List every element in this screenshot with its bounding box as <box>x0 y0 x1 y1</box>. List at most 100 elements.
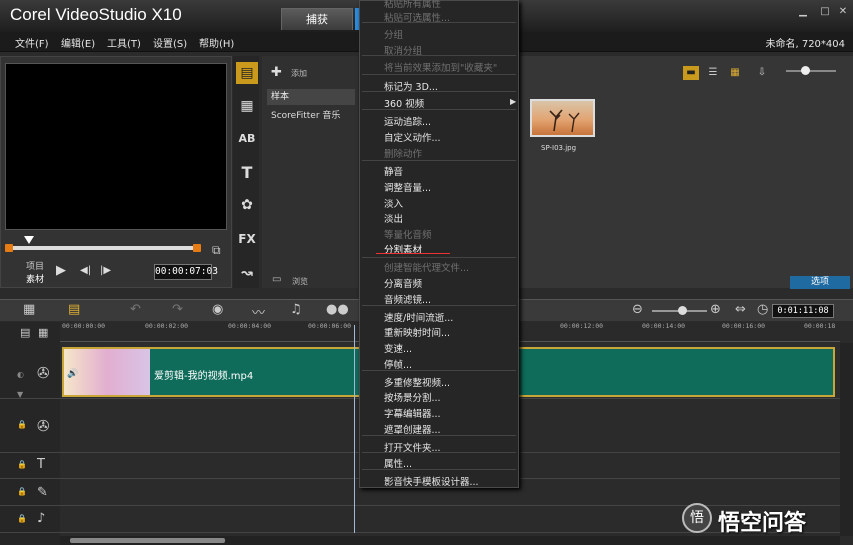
context-menu-item[interactable]: 静音 <box>384 164 403 178</box>
context-menu-item[interactable]: 按场景分割... <box>384 390 441 404</box>
app-title: Corel VideoStudio X10 <box>10 5 182 24</box>
redo-icon[interactable]: ↷ <box>172 302 183 317</box>
vertical-scrollbar[interactable] <box>840 343 853 536</box>
timeline-view-icon[interactable]: ▤ <box>68 302 80 317</box>
media-icon[interactable]: ▤ <box>236 62 258 84</box>
play-icon[interactable]: ▶ <box>56 263 66 278</box>
track-lock-icon[interactable]: 🔒 <box>17 460 27 469</box>
add-icon[interactable]: ✚ <box>271 65 282 80</box>
track-lock-icon[interactable]: 🔒 <box>17 420 27 429</box>
path-icon[interactable]: ↝ <box>236 262 258 284</box>
scrubber-bar[interactable] <box>8 246 198 250</box>
context-menu-item[interactable]: 音频滤镜... <box>384 292 431 306</box>
timeline-timecode[interactable]: 0:01:11:08 <box>772 304 834 318</box>
title-icon[interactable]: T <box>236 162 258 184</box>
preview-screen[interactable] <box>5 63 227 230</box>
track-visibility-icon[interactable]: ◐ <box>17 370 24 379</box>
context-menu-item[interactable]: 遮罩创建器... <box>384 422 441 436</box>
ruler-tick: 00:00:16:00 <box>722 322 766 330</box>
scrubber-handle[interactable] <box>24 236 34 244</box>
chapter-point-icon[interactable]: ▦ <box>38 326 48 339</box>
context-menu-item[interactable]: 淡出 <box>384 211 403 225</box>
zoom-in-icon[interactable]: ⊕ <box>710 302 721 317</box>
timeline-playhead[interactable] <box>354 325 355 533</box>
tab-capture[interactable]: 捕获 <box>281 8 353 30</box>
copy-frame-icon[interactable]: ⧉ <box>212 243 221 258</box>
sort-icon[interactable]: ⇩ <box>754 66 770 80</box>
context-menu-separator <box>362 91 516 92</box>
context-menu-item[interactable]: 运动追踪... <box>384 114 431 128</box>
minimize-icon[interactable]: ▁ <box>796 5 810 19</box>
auto-music-icon[interactable]: ♫ <box>290 302 302 317</box>
zoom-knob[interactable] <box>678 306 687 315</box>
track-expand-icon[interactable]: ▼ <box>17 390 23 399</box>
context-menu-item[interactable]: 调整音量... <box>384 180 431 194</box>
instant-project-icon[interactable]: ▦ <box>236 95 258 117</box>
track-divider <box>0 505 840 506</box>
storyboard-view-icon[interactable]: ▦ <box>23 302 35 317</box>
detail-view-icon[interactable]: ☰ <box>705 66 721 80</box>
track-divider <box>0 532 840 533</box>
prev-frame-icon[interactable]: ◀| <box>80 265 91 276</box>
context-menu-item[interactable]: 停帧... <box>384 357 412 371</box>
menu-settings[interactable]: 设置(S) <box>153 35 187 50</box>
context-menu-item[interactable]: 变速... <box>384 341 412 355</box>
music-track-icon: ♪ <box>37 511 46 526</box>
restore-icon[interactable]: □ <box>818 5 832 19</box>
context-menu-item[interactable]: 属性... <box>384 456 412 470</box>
context-menu-item: 创建智能代理文件... <box>384 263 470 274</box>
mode-clip[interactable]: 素材 <box>26 272 44 285</box>
fit-project-icon[interactable]: ⇔ <box>735 302 746 317</box>
media-thumbnail[interactable] <box>530 99 595 137</box>
motion-tracking-icon[interactable]: ●● <box>326 302 349 317</box>
list-view-icon[interactable]: ▬ <box>683 66 699 80</box>
browse-icon[interactable]: ▭ <box>272 274 281 285</box>
library-item-sample[interactable]: 样本 <box>267 89 355 105</box>
context-menu-item[interactable]: 字幕编辑器... <box>384 406 441 420</box>
context-menu-item[interactable]: 360 视频 <box>384 96 424 110</box>
context-menu-item[interactable]: 多重修整视频... <box>384 375 450 389</box>
menu-file[interactable]: 文件(F) <box>15 35 49 50</box>
context-menu-item[interactable]: 重新映射时间... <box>384 325 450 339</box>
track-lock-icon[interactable]: 🔒 <box>17 514 27 523</box>
graphic-icon[interactable]: ✿ <box>236 194 258 216</box>
watermark-text: 悟空问答 <box>718 511 807 536</box>
filter-icon[interactable]: FX <box>236 228 258 250</box>
sound-mixer-icon[interactable]: 〰 <box>252 302 265 321</box>
add-label[interactable]: 添加 <box>291 68 307 79</box>
context-menu-separator <box>362 435 516 436</box>
thumb-view-icon[interactable]: ▦ <box>727 66 743 80</box>
trim-start-marker[interactable] <box>5 244 13 252</box>
track-lock-icon[interactable]: 🔒 <box>17 487 27 496</box>
thumb-size-knob[interactable] <box>801 66 810 75</box>
context-menu-item: 等量化音频 <box>384 230 432 241</box>
close-icon[interactable]: ✕ <box>836 5 850 19</box>
mode-project[interactable]: 项目 <box>26 259 44 272</box>
preview-timecode[interactable]: 00:00:07:03 <box>154 264 218 280</box>
trim-end-marker[interactable] <box>193 244 201 252</box>
track-manager-icon[interactable]: ▤ <box>20 326 30 339</box>
undo-icon[interactable]: ↶ <box>130 302 141 317</box>
library-item-scorefitter[interactable]: ScoreFitter 音乐 <box>271 108 340 121</box>
menu-help[interactable]: 帮助(H) <box>199 35 234 50</box>
thumb-size-slider[interactable] <box>786 70 836 72</box>
context-menu-item: 将当前效果添加到"收藏夹" <box>384 63 498 74</box>
next-frame-icon[interactable]: |▶ <box>100 265 111 276</box>
context-menu-item[interactable]: 自定义动作... <box>384 130 441 144</box>
context-menu-item[interactable]: 淡入 <box>384 196 403 210</box>
context-menu-item[interactable]: 分离音频 <box>384 276 422 290</box>
menu-edit[interactable]: 编辑(E) <box>61 35 95 50</box>
context-menu-separator <box>362 452 516 453</box>
zoom-out-icon[interactable]: ⊖ <box>632 302 643 317</box>
context-menu-item[interactable]: 影音快手模板设计器... <box>384 474 479 488</box>
context-menu-item: 分组 <box>384 30 404 41</box>
record-capture-icon[interactable]: ◉ <box>212 302 223 317</box>
horizontal-scroll-thumb[interactable] <box>70 538 225 543</box>
context-menu-item[interactable]: 速度/时间流逝... <box>384 310 453 324</box>
ruler-tick: 00:00:02:00 <box>145 322 189 330</box>
browse-label[interactable]: 浏览 <box>292 276 308 287</box>
options-button[interactable]: 选项 <box>790 276 850 289</box>
transition-icon[interactable]: AB <box>236 128 258 150</box>
menu-tools[interactable]: 工具(T) <box>107 35 141 50</box>
submenu-arrow-icon: ▶ <box>510 97 517 106</box>
